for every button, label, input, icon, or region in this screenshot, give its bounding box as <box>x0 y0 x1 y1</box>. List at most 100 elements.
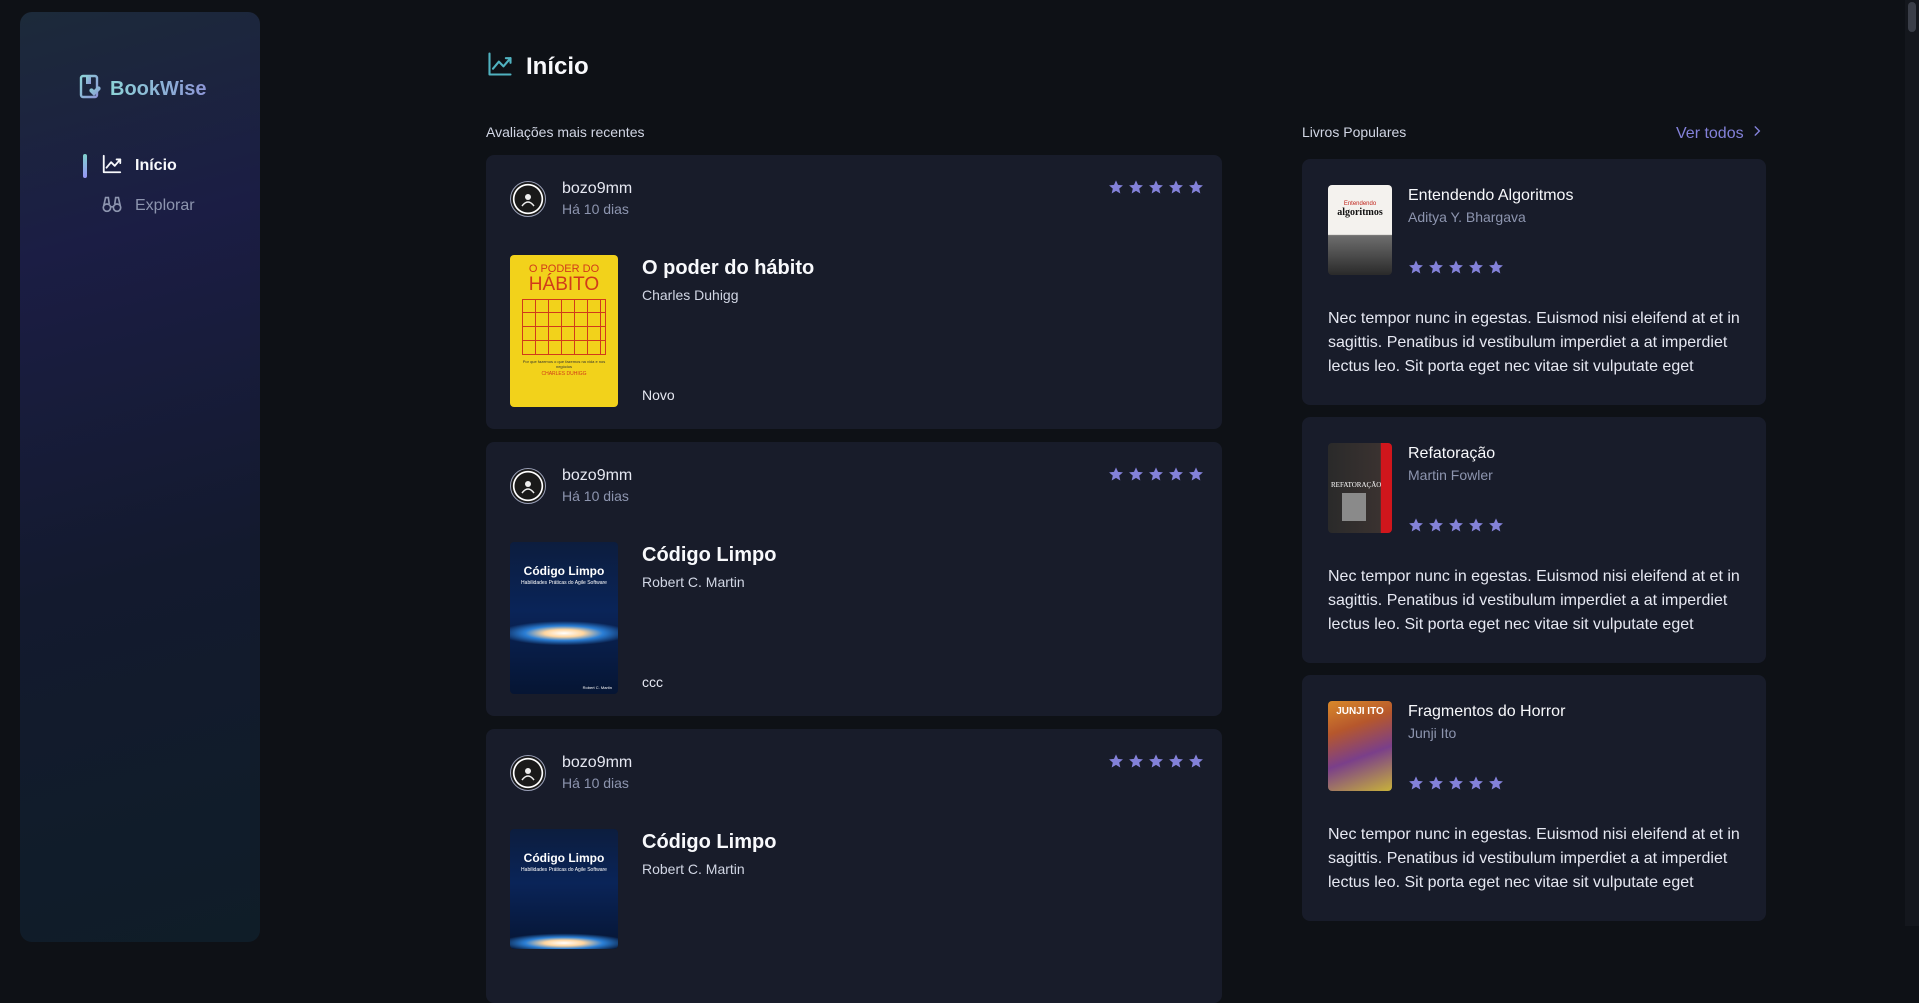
star-icon <box>1169 180 1183 194</box>
book-cover: JUNJI ITO <box>1328 701 1392 791</box>
star-icon <box>1409 518 1423 532</box>
star-icon <box>1189 754 1203 768</box>
sidebar-item-label: Início <box>135 157 177 174</box>
book-title: Entendendo Algoritmos <box>1408 187 1574 204</box>
recent-reviews-label: Avaliações mais recentes <box>486 124 645 140</box>
see-all-link[interactable]: Ver todos <box>1676 124 1764 143</box>
book-cover[interactable]: O PODER DO HÁBITO Por que fazemos o que … <box>510 255 618 407</box>
star-icon <box>1149 180 1163 194</box>
book-description: Nec tempor nunc in egestas. Euismod nisi… <box>1328 568 1740 633</box>
star-icon <box>1409 260 1423 274</box>
book-cover: REFATORAÇÃO <box>1328 443 1392 533</box>
cover-title-line1: JUNJI ITO <box>1336 706 1384 717</box>
star-icon <box>1489 260 1503 274</box>
star-icon <box>1489 518 1503 532</box>
scrollbar[interactable] <box>1905 0 1919 926</box>
sidebar: BookWise Início Explorar <box>20 12 260 942</box>
popular-book-card[interactable]: REFATORAÇÃO Refatoração Martin Fowler Ne… <box>1302 417 1766 663</box>
cover-title-line1: Código Limpo <box>523 851 605 865</box>
rating-stars <box>1408 517 1504 533</box>
review-header: bozo9mm Há 10 dias <box>510 753 632 793</box>
cover-art <box>1342 493 1366 521</box>
star-icon <box>1189 467 1203 481</box>
star-icon <box>1109 467 1123 481</box>
review-time: Há 10 dias <box>562 201 629 217</box>
review-card[interactable]: bozo9mm Há 10 dias O PODER DO HÁBITO Por… <box>486 155 1222 429</box>
cover-art <box>522 299 606 355</box>
book-cover[interactable]: Código Limpo Habilidades Práticas do Agi… <box>510 542 618 694</box>
popular-book-card[interactable]: Entendendo algoritmos Entendendo Algorit… <box>1302 159 1766 405</box>
book-author: Robert C. Martin <box>642 574 745 590</box>
review-user-name[interactable]: bozo9mm <box>562 753 632 773</box>
cover-title-line1: REFATORAÇÃO <box>1331 481 1382 489</box>
review-card[interactable]: bozo9mm Há 10 dias Código Limpo Habilida… <box>486 729 1222 1003</box>
review-user-name[interactable]: bozo9mm <box>562 466 632 486</box>
star-icon <box>1449 518 1463 532</box>
star-icon <box>1429 260 1443 274</box>
app-name: BookWise <box>110 78 207 100</box>
rating-stars <box>1108 466 1204 482</box>
chart-line-icon <box>486 50 514 83</box>
book-title: Refatoração <box>1408 445 1496 462</box>
sidebar-item-label: Explorar <box>135 197 195 214</box>
star-icon <box>1109 180 1123 194</box>
star-icon <box>1169 467 1183 481</box>
rating-stars <box>1108 753 1204 769</box>
star-icon <box>1489 776 1503 790</box>
logo[interactable]: BookWise <box>78 74 207 105</box>
book-author: Martin Fowler <box>1408 467 1493 483</box>
cover-title-line2: HÁBITO <box>528 274 600 295</box>
cover-subtitle: Habilidades Práticas do Agile Software <box>521 867 607 873</box>
sidebar-nav: Início Explorar <box>83 154 195 234</box>
review-user-name[interactable]: bozo9mm <box>562 179 632 199</box>
star-icon <box>1429 518 1443 532</box>
avatar[interactable] <box>510 468 546 504</box>
book-author: Junji Ito <box>1408 725 1457 741</box>
cover-author: Robert C. Martin <box>582 685 612 690</box>
cover-subtitle: Habilidades Práticas do Agile Software <box>521 580 607 586</box>
binoculars-icon <box>101 193 123 220</box>
review-time: Há 10 dias <box>562 488 629 504</box>
book-title[interactable]: Código Limpo <box>642 831 776 854</box>
review-header: bozo9mm Há 10 dias <box>510 179 632 219</box>
avatar[interactable] <box>510 755 546 791</box>
book-title[interactable]: Código Limpo <box>642 544 776 567</box>
cover-subtitle: Por que fazemos o que fazemos na vida e … <box>522 359 606 369</box>
book-description: Nec tempor nunc in egestas. Euismod nisi… <box>1328 826 1740 891</box>
popular-books-label: Livros Populares <box>1302 124 1407 140</box>
book-cover[interactable]: Código Limpo Habilidades Práticas do Agi… <box>510 829 618 949</box>
cover-title-line1: Código Limpo <box>523 564 605 578</box>
book-heart-icon <box>78 74 102 105</box>
star-icon <box>1429 776 1443 790</box>
book-author: Aditya Y. Bhargava <box>1408 209 1526 225</box>
page-title-text: Início <box>526 52 589 80</box>
chevron-right-icon <box>1750 124 1764 143</box>
review-time: Há 10 dias <box>562 775 629 791</box>
cover-author: CHARLES DUHIGG <box>541 371 587 377</box>
book-description: Nec tempor nunc in egestas. Euismod nisi… <box>1328 310 1740 375</box>
review-header: bozo9mm Há 10 dias <box>510 466 632 506</box>
book-author: Charles Duhigg <box>642 287 739 303</box>
star-icon <box>1409 776 1423 790</box>
review-text: Novo <box>642 387 675 403</box>
star-icon <box>1449 260 1463 274</box>
rating-stars <box>1408 775 1504 791</box>
see-all-label: Ver todos <box>1676 124 1744 142</box>
star-icon <box>1189 180 1203 194</box>
book-title[interactable]: O poder do hábito <box>642 257 814 280</box>
review-card[interactable]: bozo9mm Há 10 dias Código Limpo Habilida… <box>486 442 1222 716</box>
book-cover: Entendendo algoritmos <box>1328 185 1392 275</box>
chart-line-icon <box>101 153 123 180</box>
star-icon <box>1149 467 1163 481</box>
sidebar-item-inicio[interactable]: Início <box>83 154 195 178</box>
scrollbar-thumb[interactable] <box>1908 2 1916 32</box>
star-icon <box>1449 776 1463 790</box>
star-icon <box>1149 754 1163 768</box>
star-icon <box>1469 260 1483 274</box>
sidebar-item-explorar[interactable]: Explorar <box>83 194 195 218</box>
avatar[interactable] <box>510 181 546 217</box>
page-title: Início <box>486 50 589 83</box>
star-icon <box>1129 754 1143 768</box>
popular-book-card[interactable]: JUNJI ITO Fragmentos do Horror Junji Ito… <box>1302 675 1766 921</box>
star-icon <box>1169 754 1183 768</box>
